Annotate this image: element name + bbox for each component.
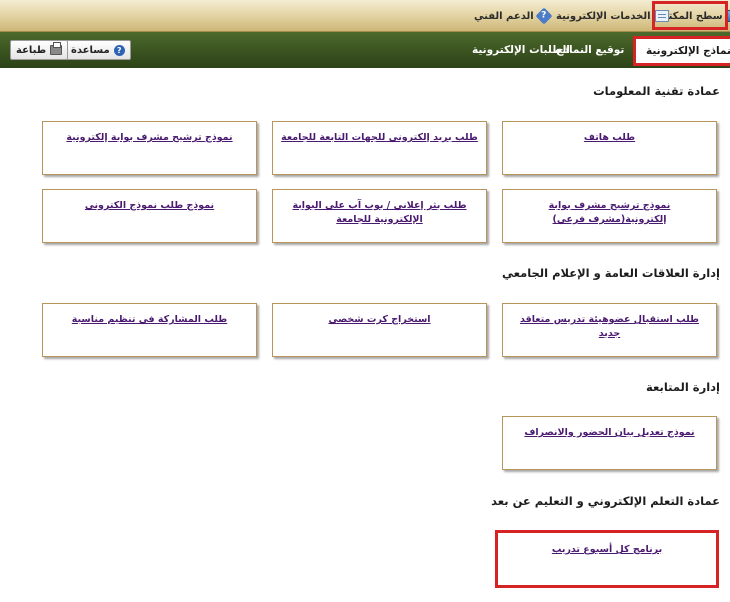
form-link-eform-request[interactable]: نموذج طلب نموذج الكتروني (85, 199, 214, 213)
form-link-attendance-edit[interactable]: نموذج تعديل بيان الحضور والانصراف (524, 426, 694, 440)
nav-bar: النماذج الإلكترونية توقيع النماذج الطلبا… (0, 32, 730, 68)
form-card: طلب بثر إعلاني / بوب آب على البوابة الإل… (272, 189, 487, 243)
support-icon: ? (535, 7, 553, 25)
form-card: طلب هاتف (502, 121, 717, 175)
form-link-portal-sub-supervisor[interactable]: نموذج ترشيح مشرف بوابة إلكترونية(مشرف فر… (511, 199, 708, 227)
form-link-portal-supervisor[interactable]: نموذج ترشيح مشرف بوابة إلكترونية (66, 131, 232, 145)
form-link-event-participation[interactable]: طلب المشاركة في تنظيم مناسبة (72, 313, 227, 327)
desktop-highlight (652, 1, 728, 30)
form-link-personal-card[interactable]: استخراج كرت شخصي (328, 313, 430, 327)
section-title-elearning: عمادة التعلم الإلكتروني و التعليم عن بعد (491, 494, 720, 508)
form-card: طلب المشاركة في تنظيم مناسبة (42, 303, 257, 357)
support-link[interactable]: الدعم الفني ? (474, 7, 553, 25)
form-card-highlighted: برنامج كل أسبوع تدريب (495, 530, 719, 588)
form-card: نموذج تعديل بيان الحضور والانصراف (502, 416, 717, 470)
section-title-public-relations: إدارة العلاقات العامة و الإعلام الجامعي (501, 266, 720, 280)
form-card: نموذج ترشيح مشرف بوابة إلكترونية (42, 121, 257, 175)
eservices-label: الخدمات الإلكترونية (556, 10, 651, 22)
form-card: طلب استقبال عضوهيئة تدريس متعاقد جديد (502, 303, 717, 357)
printer-icon (50, 42, 63, 55)
print-label: طباعة (16, 44, 47, 56)
form-link-phone-request[interactable]: طلب هاتف (584, 131, 635, 145)
form-link-email-request[interactable]: طلب بريد إلكتروني للجهات التابعة للجامعة (281, 131, 478, 145)
form-card: نموذج طلب نموذج الكتروني (42, 189, 257, 243)
tab-electronic-forms[interactable]: النماذج الإلكترونية (633, 36, 730, 66)
form-link-weekly-training[interactable]: برنامج كل أسبوع تدريب (552, 543, 662, 557)
support-label: الدعم الفني (474, 10, 534, 22)
form-card: نموذج ترشيح مشرف بوابة إلكترونية(مشرف فر… (502, 189, 717, 243)
section-title-it: عمادة تقنية المعلومات (593, 84, 720, 98)
tab-electronic-requests[interactable]: الطلبات الإلكترونية (472, 44, 570, 56)
form-card: استخراج كرت شخصي (272, 303, 487, 357)
top-bar: سطح المكتب الخدمات الإلكترونية الدعم الف… (0, 0, 730, 32)
print-button[interactable]: طباعة (10, 40, 69, 60)
help-button[interactable]: مساعدة ? (65, 40, 131, 60)
form-link-popup-request[interactable]: طلب بثر إعلاني / بوب آب على البوابة الإل… (281, 199, 478, 227)
form-link-new-faculty-reception[interactable]: طلب استقبال عضوهيئة تدريس متعاقد جديد (511, 313, 708, 341)
section-title-followup: إدارة المتابعة (646, 380, 720, 394)
form-card: طلب بريد إلكتروني للجهات التابعة للجامعة (272, 121, 487, 175)
help-label: مساعدة (71, 44, 110, 56)
help-icon: ? (113, 44, 125, 56)
